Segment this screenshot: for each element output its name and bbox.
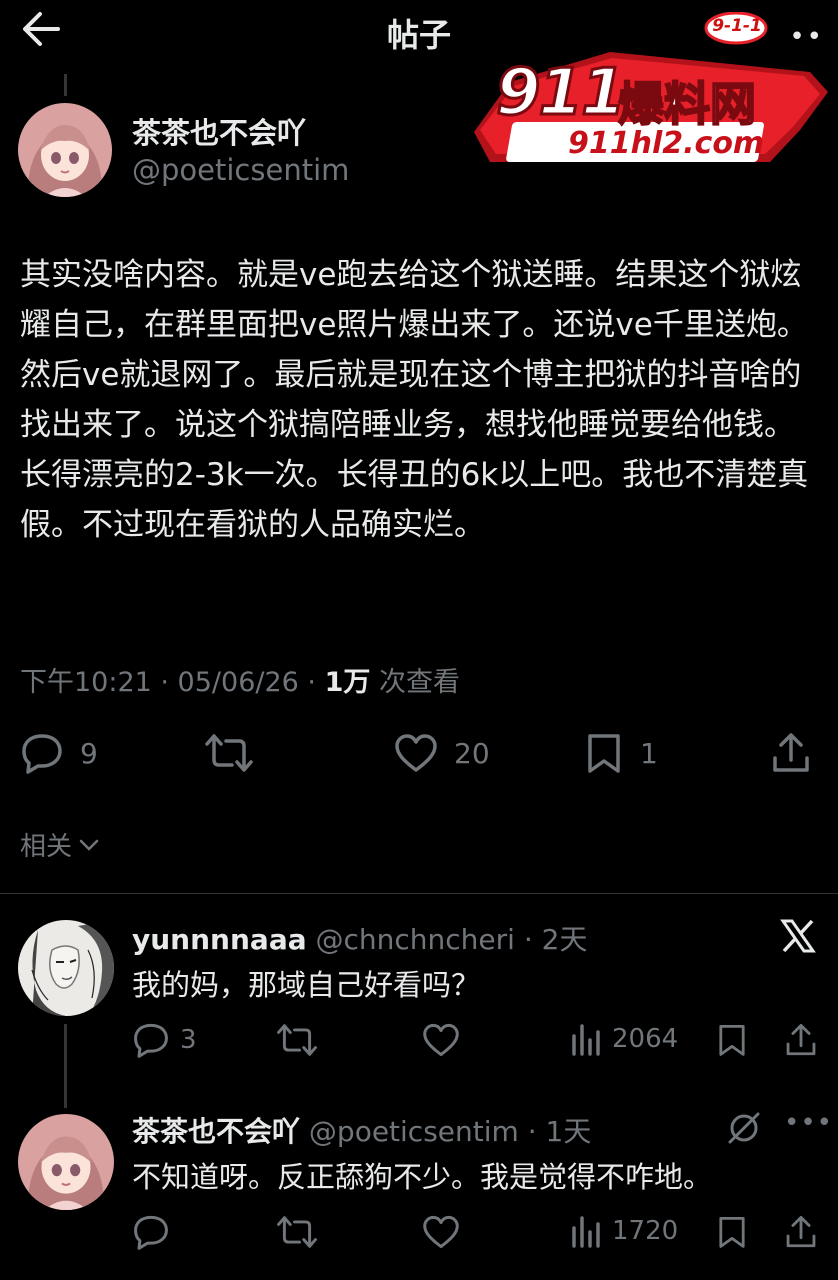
view-count: 1万 [324, 667, 371, 698]
views-chart-icon [572, 1024, 600, 1056]
bookmark-count: 1 [640, 736, 658, 770]
author-avatar[interactable] [18, 103, 112, 197]
reply-like-action[interactable] [422, 1022, 460, 1058]
share-icon [773, 733, 809, 772]
more-options-icon[interactable]: ••• [784, 1108, 833, 1138]
reply-header: yunnnnaaa @chnchncheri · 2天 [132, 918, 587, 958]
sketch-portrait-avatar-icon [18, 920, 114, 1016]
author-name[interactable]: 茶茶也不会吖 [132, 110, 306, 152]
reply-views-action[interactable]: 2064 [570, 1022, 678, 1056]
reply-text: 我的妈，那域自己好看吗？ [132, 968, 481, 1002]
x-logo-icon [780, 918, 816, 954]
reply-avatar[interactable] [18, 920, 114, 1016]
reply-action[interactable]: 9 [20, 732, 98, 774]
reply-view-count: 1720 [612, 1216, 679, 1246]
post-meta: 下午10:21 · 05/06/26 · 1万 次查看 [20, 660, 460, 699]
like-action[interactable]: 20 [394, 732, 490, 774]
reply-age: · 2天 [514, 923, 588, 956]
watermark-badge: 9-1-1 [712, 16, 762, 36]
reply-avatar[interactable] [18, 1114, 114, 1210]
anime-girl-avatar-icon [18, 103, 112, 197]
bookmark-icon [588, 734, 620, 773]
heart-icon [423, 1023, 459, 1057]
reply-age: · 1天 [518, 1115, 592, 1148]
repost-icon [277, 1024, 317, 1056]
share-icon [786, 1216, 816, 1248]
watermark-domain: 911hl2.com [568, 126, 765, 161]
section-divider [0, 893, 838, 894]
view-count-label: 次查看 [370, 667, 460, 698]
reply-author-handle[interactable]: @poeticsentim [309, 1115, 519, 1148]
grok-icon[interactable] [726, 1110, 762, 1146]
reply-bookmark-action[interactable] [716, 1214, 748, 1250]
repost-action[interactable] [204, 732, 254, 774]
views-chart-icon [572, 1216, 600, 1248]
watermark-number: 911 [495, 55, 628, 132]
reply-author-name[interactable]: 茶茶也不会吖 [132, 1115, 300, 1148]
reply-icon [134, 1023, 168, 1058]
bookmark-icon [719, 1217, 745, 1248]
reply-repost-action[interactable] [276, 1022, 318, 1058]
reply-reply-action[interactable] [132, 1214, 170, 1250]
reply-text: 不知道呀。反正舔狗不少。我是觉得不咋地。 [132, 1160, 713, 1194]
reply-header: 茶茶也不会吖 @poeticsentim · 1天 [132, 1110, 591, 1150]
anime-girl-avatar-icon [18, 1114, 114, 1210]
reply-count: 9 [80, 736, 98, 770]
related-toggle[interactable]: 相关 [20, 826, 100, 863]
reply-icon [134, 1215, 168, 1250]
reply-icon [22, 734, 62, 774]
heart-icon [395, 734, 437, 772]
reply-bookmark-action[interactable] [716, 1022, 748, 1058]
reply-view-count: 2064 [612, 1024, 679, 1054]
reply-reply-count: 3 [180, 1025, 197, 1055]
share-action[interactable] [770, 732, 812, 774]
reply-views-action[interactable]: 1720 [570, 1214, 678, 1248]
reply-author-name[interactable]: yunnnnaaa [132, 923, 307, 956]
like-count: 20 [454, 736, 490, 770]
author-handle[interactable]: @poeticsentim [132, 153, 349, 187]
thread-connector [64, 1024, 67, 1108]
repost-icon [205, 734, 253, 772]
reply-share-action[interactable] [784, 1214, 818, 1250]
chevron-down-icon [79, 839, 99, 851]
reply-share-action[interactable] [784, 1022, 818, 1058]
share-icon [786, 1024, 816, 1056]
thread-connector [64, 74, 67, 96]
bookmark-icon [719, 1025, 745, 1056]
related-label: 相关 [20, 832, 73, 862]
repost-icon [277, 1216, 317, 1248]
heart-icon [423, 1215, 459, 1249]
bookmark-action[interactable]: 1 [584, 732, 658, 774]
reply-repost-action[interactable] [276, 1214, 318, 1250]
watermark-name: 爆料网 [617, 76, 757, 132]
post-timestamp: 下午10:21 · 05/06/26 · [20, 667, 325, 698]
reply-author-handle[interactable]: @chnchncheri [316, 923, 515, 956]
post-text: 其实没啥内容。就是ve跑去给这个狱送睡。结果这个狱炫耀自己，在群里面把ve照片爆… [20, 257, 809, 543]
reply-reply-action[interactable]: 3 [132, 1022, 197, 1058]
watermark-logo: 9-1-1 911 爆料网 911hl2.com [470, 12, 832, 170]
reply-like-action[interactable] [422, 1214, 460, 1250]
